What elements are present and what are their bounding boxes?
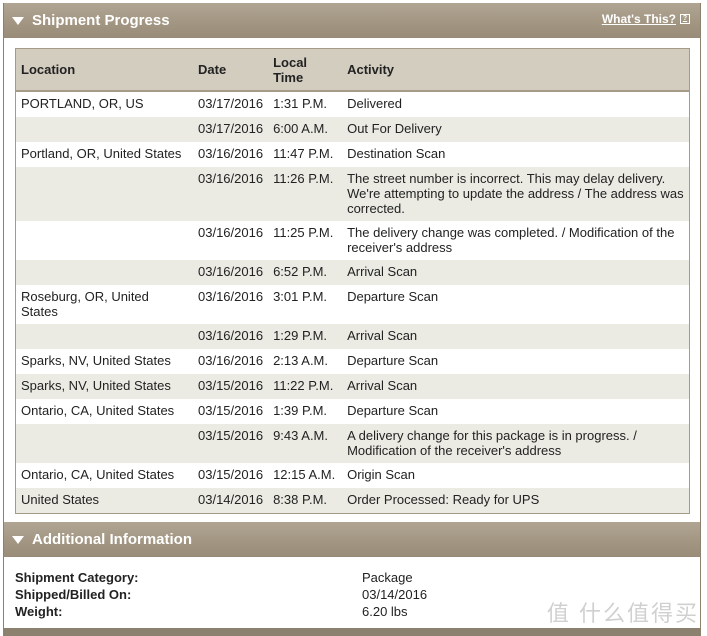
table-row: 03/16/2016 1:29 P.M. Arrival Scan bbox=[15, 324, 690, 349]
cell-activity: The delivery change was completed. / Mod… bbox=[347, 225, 675, 255]
cell-time: 8:38 P.M. bbox=[268, 488, 343, 514]
cell-activity: Delivered bbox=[347, 96, 402, 111]
cell-date: 03/15/2016 bbox=[193, 374, 269, 399]
cell-date: 03/16/2016 bbox=[198, 353, 264, 368]
cell-location bbox=[15, 117, 193, 142]
cell-location bbox=[15, 260, 193, 285]
cell-activity: Out For Delivery bbox=[342, 117, 690, 142]
cell-location: Portland, OR, United States bbox=[21, 146, 182, 161]
cell-location bbox=[15, 167, 193, 221]
cell-time: 11:25 P.M. bbox=[273, 225, 334, 240]
whats-this-link[interactable]: What's This?? bbox=[602, 12, 690, 26]
cell-time: 1:29 P.M. bbox=[268, 324, 343, 349]
cell-date: 03/16/2016 bbox=[193, 324, 269, 349]
cell-date: 03/15/2016 bbox=[193, 424, 269, 463]
table-row: Portland, OR, United States 03/16/2016 11:… bbox=[16, 142, 690, 167]
cell-activity: Departure Scan bbox=[347, 403, 439, 418]
shipment-progress-header[interactable]: Shipment Progress What's This?? bbox=[4, 3, 700, 38]
cell-time: 11:22 P.M. bbox=[268, 374, 343, 399]
field-label: Shipped/Billed On: bbox=[15, 587, 132, 602]
cell-location bbox=[15, 324, 193, 349]
panel-footer-bar bbox=[4, 628, 700, 635]
cell-date: 03/15/2016 bbox=[198, 467, 264, 482]
table-row: 03/16/2016 6:52 P.M. Arrival Scan bbox=[15, 260, 690, 285]
cell-time: 6:52 P.M. bbox=[268, 260, 343, 285]
col-date: Date bbox=[193, 48, 269, 92]
table-row: PORTLAND, OR, US 03/17/2016 1:31 P.M. Deliv… bbox=[16, 91, 690, 117]
cell-activity: A delivery change for this package is in… bbox=[342, 424, 690, 463]
cell-time: 9:43 A.M. bbox=[268, 424, 343, 463]
cell-location: Ontario, CA, United States bbox=[21, 403, 175, 418]
table-row: 03/16/2016 11:25 P.M. The delivery change … bbox=[16, 221, 690, 260]
table-row: 03/16/2016 11:26 P.M. The street number is… bbox=[15, 167, 690, 221]
panel-title: Shipment Progress bbox=[32, 12, 170, 29]
cell-location: Ontario, CA, United States bbox=[21, 467, 175, 482]
table-row: Roseburg, OR, United States 03/16/2016 3:0… bbox=[16, 285, 690, 324]
cell-location: PORTLAND, OR, US bbox=[21, 96, 144, 111]
cell-location: Roseburg, OR, United States bbox=[21, 289, 149, 319]
table-row: Ontario, CA, United States 03/15/2016 12:1… bbox=[16, 463, 690, 488]
col-location: Location bbox=[15, 48, 193, 92]
cell-activity: Departure Scan bbox=[347, 353, 439, 368]
cell-activity: Order Processed: Ready for UPS bbox=[342, 488, 690, 514]
additional-information-header[interactable]: Additional Information bbox=[4, 522, 700, 557]
cell-date: 03/17/2016 bbox=[193, 117, 269, 142]
cell-date: 03/17/2016 bbox=[198, 96, 264, 111]
whats-this-label[interactable]: What's This? bbox=[602, 12, 676, 26]
cell-date: 03/16/2016 bbox=[193, 260, 269, 285]
field-value: Package bbox=[362, 570, 413, 585]
field-label: Shipment Category: bbox=[15, 570, 139, 585]
table-row: 03/15/2016 9:43 A.M. A delivery change for… bbox=[15, 424, 690, 463]
table-row: Ontario, CA, United States 03/15/2016 1:39… bbox=[16, 399, 690, 424]
table-row: 03/17/2016 6:00 A.M. Out For Delivery bbox=[15, 117, 690, 142]
cell-time: 11:47 P.M. bbox=[273, 146, 334, 161]
collapse-triangle-icon[interactable] bbox=[12, 16, 24, 25]
cell-time: 1:31 P.M. bbox=[273, 96, 328, 111]
cell-activity: Arrival Scan bbox=[342, 324, 690, 349]
cell-activity: Destination Scan bbox=[347, 146, 446, 161]
col-activity: Activity bbox=[342, 48, 690, 92]
shipment-progress-panel: Shipment Progress What's This?? Location… bbox=[3, 3, 701, 532]
cell-activity: Arrival Scan bbox=[342, 260, 690, 285]
collapse-triangle-icon[interactable] bbox=[12, 535, 24, 544]
cell-location bbox=[15, 424, 193, 463]
cell-location: United States bbox=[15, 488, 193, 514]
shipment-progress-table: Location Date Local Time Activity PORTLA… bbox=[15, 48, 690, 514]
cell-time: 6:00 A.M. bbox=[268, 117, 343, 142]
field-label: Weight: bbox=[15, 604, 63, 619]
table-row: United States 03/14/2016 8:38 P.M. Order Pr… bbox=[15, 488, 690, 514]
cell-time: 1:39 P.M. bbox=[273, 403, 328, 418]
col-local-time: Local Time bbox=[268, 48, 343, 92]
cell-date: 03/16/2016 bbox=[193, 167, 269, 221]
cell-time: 11:26 P.M. bbox=[268, 167, 343, 221]
help-icon[interactable]: ? bbox=[680, 14, 690, 24]
cell-time: 2:13 A.M. bbox=[273, 353, 328, 368]
cell-location: Sparks, NV, United States bbox=[21, 353, 171, 368]
cell-activity: Arrival Scan bbox=[342, 374, 690, 399]
panel-title: Additional Information bbox=[32, 531, 192, 548]
cell-date: 03/16/2016 bbox=[198, 225, 264, 240]
cell-date: 03/15/2016 bbox=[198, 403, 264, 418]
table-row: Sparks, NV, United States 03/15/2016 11:22… bbox=[15, 374, 690, 399]
cell-date: 03/16/2016 bbox=[198, 289, 264, 304]
cell-activity: Departure Scan bbox=[347, 289, 439, 304]
watermark-logo: 值 什么值得买 bbox=[546, 601, 699, 626]
cell-location: Sparks, NV, United States bbox=[15, 374, 193, 399]
cell-date: 03/16/2016 bbox=[198, 146, 264, 161]
cell-date: 03/14/2016 bbox=[193, 488, 269, 514]
table-row: Sparks, NV, United States 03/16/2016 2:13 … bbox=[16, 349, 690, 374]
cell-activity: Origin Scan bbox=[347, 467, 415, 482]
cell-time: 3:01 P.M. bbox=[273, 289, 328, 304]
cell-location bbox=[16, 221, 194, 260]
cell-time: 12:15 A.M. bbox=[273, 467, 336, 482]
cell-activity: The street number is incorrect. This may… bbox=[342, 167, 690, 221]
